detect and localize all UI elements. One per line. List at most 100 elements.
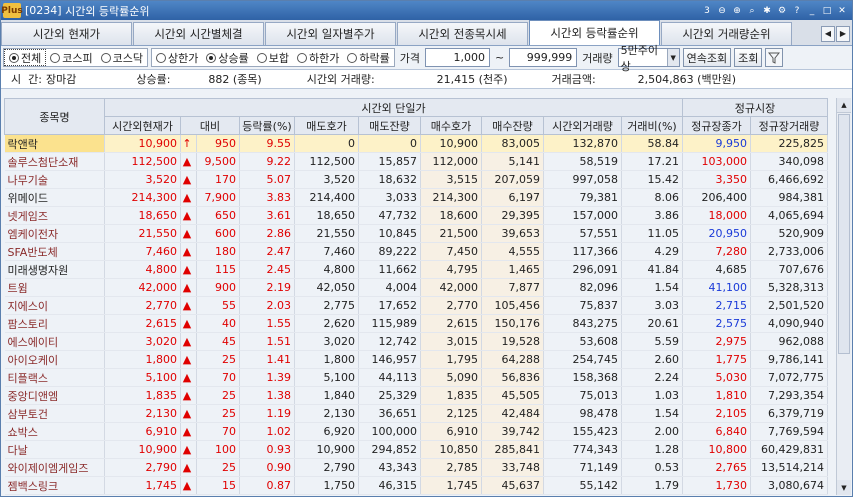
ask-qty: 36,651 xyxy=(358,404,421,423)
after-price: 4,800 xyxy=(104,260,181,279)
market-radio-kosdaq[interactable]: 코스닥 xyxy=(97,49,147,66)
radio-dot-icon xyxy=(206,52,217,63)
zoom-in-icon[interactable]: ⊕ xyxy=(731,5,743,17)
bid-price: 18,600 xyxy=(420,206,482,225)
ask-qty: 100,000 xyxy=(358,422,421,441)
table-row[interactable]: 다날 10,900 ▲ 100 0.93 10,900 294,852 10,850 285,8… xyxy=(4,440,828,459)
table-row[interactable]: 젬백스링크 1,745 ▲ 15 0.87 1,750 46,315 1,745 45,637 5… xyxy=(4,476,828,495)
minimize-icon[interactable]: _ xyxy=(806,5,818,17)
direction-radio-flat[interactable]: 보합 xyxy=(253,49,293,66)
app-logo: Plus xyxy=(1,3,23,18)
header-change[interactable]: 대비 xyxy=(180,116,240,135)
table-row[interactable]: 아이오케이 1,800 ▲ 25 1.41 1,800 146,957 1,795 64,288… xyxy=(4,350,828,369)
header-bid-price[interactable]: 매수호가 xyxy=(420,116,482,135)
table-row[interactable]: 락앤락 10,900 ↑ 950 9.55 0 0 10,900 83,005 132,870 58… xyxy=(4,134,828,153)
table-row[interactable]: 나무기술 3,520 ▲ 170 5.07 3,520 18,632 3,515 207,059… xyxy=(4,170,828,189)
direction-radio-fall[interactable]: 하락률 xyxy=(343,49,393,66)
table-row[interactable]: 솔루스첨단소재 112,500 ▲ 9,500 9.22 112,500 15,857 112… xyxy=(4,152,828,171)
direction-radio-rise[interactable]: 상승률 xyxy=(202,49,252,66)
header-bid-qty[interactable]: 매수잔량 xyxy=(481,116,544,135)
table-row[interactable]: 에스에이티 3,020 ▲ 45 1.51 3,020 12,742 3,015 19,528 5… xyxy=(4,332,828,351)
filter-icon[interactable] xyxy=(765,48,784,67)
change-rate: 2.19 xyxy=(239,278,295,297)
tab-after-hours-daily-price[interactable]: 시간외 일자별주가 xyxy=(265,22,396,45)
link-number-icon[interactable]: 3 xyxy=(701,5,713,17)
scroll-down-icon[interactable]: ▼ xyxy=(837,480,851,495)
market-radio-kospi[interactable]: 코스피 xyxy=(46,49,96,66)
table-row[interactable]: 와이제이엠게임즈 2,790 ▲ 25 0.90 2,790 43,343 2,785 33,7… xyxy=(4,458,828,477)
bid-price: 2,615 xyxy=(420,314,482,333)
header-stock-name[interactable]: 종목명 xyxy=(4,98,105,135)
after-volume: 296,091 xyxy=(543,260,622,279)
radio-dot-icon xyxy=(9,52,19,63)
tab-next-icon[interactable]: ▶ xyxy=(836,25,850,42)
market-radio-all[interactable]: 전체 xyxy=(4,49,47,66)
bid-qty: 56,836 xyxy=(481,368,544,387)
header-after-volume[interactable]: 시간외거래량 xyxy=(543,116,622,135)
table-row[interactable]: 티플랙스 5,100 ▲ 70 1.39 5,100 44,113 5,090 56,836 15… xyxy=(4,368,828,387)
tab-after-hours-price[interactable]: 시간외 현재가 xyxy=(1,22,132,45)
header-ask-price[interactable]: 매도호가 xyxy=(294,116,359,135)
query-button[interactable]: 조회 xyxy=(734,48,763,67)
table-row[interactable]: 엠케이전자 21,550 ▲ 600 2.86 21,550 10,845 21,500 39,… xyxy=(4,224,828,243)
tab-after-hours-volume-rank[interactable]: 시간외 거래량순위 xyxy=(661,22,792,45)
change-value: 70 xyxy=(196,422,240,441)
continuous-query-button[interactable]: 연속조회 xyxy=(682,48,732,67)
header-regular-volume[interactable]: 정규장거래량 xyxy=(750,116,828,135)
header-change-rate[interactable]: 등락률(%) xyxy=(239,116,295,135)
regular-close: 4,685 xyxy=(682,260,751,279)
volume-ratio: 41.84 xyxy=(621,260,683,279)
table-row[interactable]: 미래생명자원 4,800 ▲ 115 2.45 4,800 11,662 4,795 1,465… xyxy=(4,260,828,279)
search-icon[interactable]: ⌕ xyxy=(746,5,758,17)
bid-qty: 64,288 xyxy=(481,350,544,369)
price-from-input[interactable]: 1,000 xyxy=(425,48,490,67)
volume-select[interactable]: 5만주이상 ▼ xyxy=(617,44,680,73)
change-rate: 2.45 xyxy=(239,260,295,279)
bid-price: 10,900 xyxy=(420,134,482,153)
table-row[interactable]: 넷게임즈 18,650 ▲ 650 3.61 18,650 47,732 18,600 29,3… xyxy=(4,206,828,225)
after-price: 2,615 xyxy=(104,314,181,333)
direction-radio-lower-limit[interactable]: 하한가 xyxy=(293,49,343,66)
table-row[interactable]: 위메이드 214,300 ▲ 7,900 3.83 214,400 3,033 214,300… xyxy=(4,188,828,207)
header-regular-close[interactable]: 정규장종가 xyxy=(682,116,751,135)
table-row[interactable]: 삼부토건 2,130 ▲ 25 1.19 2,130 36,651 2,125 42,484 98… xyxy=(4,404,828,423)
table-row[interactable]: 중앙디앤엠 1,835 ▲ 25 1.38 1,840 25,329 1,835 45,505 7… xyxy=(4,386,828,405)
change-rate: 2.47 xyxy=(239,242,295,261)
table-row[interactable]: 트윔 42,000 ▲ 900 2.19 42,050 4,004 42,000 7,877 82… xyxy=(4,278,828,297)
maximize-icon[interactable]: □ xyxy=(821,5,833,17)
zoom-out-icon[interactable]: ⊖ xyxy=(716,5,728,17)
tab-prev-icon[interactable]: ◀ xyxy=(821,25,835,42)
table-row[interactable]: 지에스이 2,770 ▲ 55 2.03 2,775 17,652 2,770 105,456 7… xyxy=(4,296,828,315)
settings-icon[interactable]: ⚙ xyxy=(776,5,788,17)
bid-price: 2,125 xyxy=(420,404,482,423)
price-to-input[interactable]: 999,999 xyxy=(509,48,578,67)
ask-price: 3,020 xyxy=(294,332,359,351)
pin-icon[interactable]: ✱ xyxy=(761,5,773,17)
table-row[interactable]: 팜스토리 2,615 ▲ 40 1.55 2,620 115,989 2,615 150,176… xyxy=(4,314,828,333)
regular-close: 10,800 xyxy=(682,440,751,459)
bid-qty: 105,456 xyxy=(481,296,544,315)
header-after-price[interactable]: 시간외현재가 xyxy=(104,116,181,135)
direction-radio-upper-limit[interactable]: 상한가 xyxy=(152,49,202,66)
regular-close: 206,400 xyxy=(682,188,751,207)
tab-after-hours-all-quotes[interactable]: 시간외 전종목시세 xyxy=(397,22,528,45)
after-price: 1,745 xyxy=(104,476,181,495)
header-volume-ratio[interactable]: 거래비(%) xyxy=(621,116,683,135)
table-row[interactable]: SFA반도체 7,460 ▲ 180 2.47 7,460 89,222 7,450 4,555… xyxy=(4,242,828,261)
scroll-thumb[interactable] xyxy=(838,114,850,354)
volume-ratio: 17.21 xyxy=(621,152,683,171)
tab-after-hours-time-trades[interactable]: 시간외 시간별체결 xyxy=(133,22,264,45)
table-row[interactable]: 쇼박스 6,910 ▲ 70 1.02 6,920 100,000 6,910 39,742 15… xyxy=(4,422,828,441)
close-icon[interactable]: ✕ xyxy=(836,5,848,17)
vertical-scrollbar[interactable]: ▲ ▼ xyxy=(836,98,851,495)
after-volume: 158,368 xyxy=(543,368,622,387)
header-ask-qty[interactable]: 매도잔량 xyxy=(358,116,421,135)
change-arrow-icon: ▲ xyxy=(180,278,197,297)
volume-ratio: 11.05 xyxy=(621,224,683,243)
scroll-up-icon[interactable]: ▲ xyxy=(837,98,851,113)
bid-price: 2,785 xyxy=(420,458,482,477)
help-icon[interactable]: ? xyxy=(791,5,803,17)
ask-price: 112,500 xyxy=(294,152,359,171)
stock-name: SFA반도체 xyxy=(4,242,105,261)
ask-price: 1,750 xyxy=(294,476,359,495)
